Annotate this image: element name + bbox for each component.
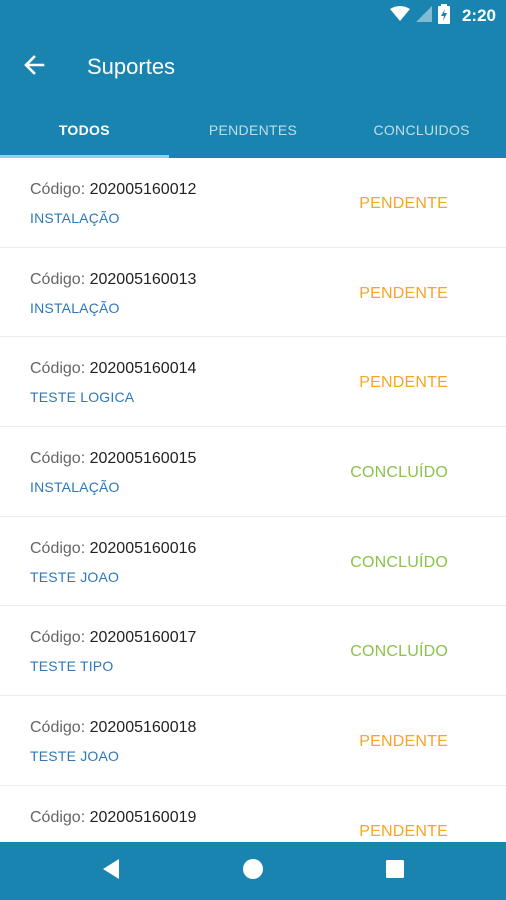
list-item[interactable]: Código: 202005160016 TESTE JOAO CONCLUÍD…: [0, 516, 506, 607]
support-type: TESTE JOAO: [30, 748, 120, 765]
support-type: TESTE JOAO: [30, 568, 120, 585]
code-label: Código:: [30, 450, 86, 468]
nav-home-button[interactable]: [223, 842, 283, 900]
code-line: Código: 202005160018: [30, 719, 196, 737]
support-type: TESTE LOGICA: [30, 389, 135, 406]
status-badge: PENDENTE: [359, 733, 448, 751]
list-item[interactable]: Código: 202005160012 INSTALAÇÃO PENDENTE: [0, 158, 506, 248]
tab-bar: TODOS PENDENTES CONCLUIDOS: [0, 102, 506, 158]
list-item[interactable]: Código: 202005160017 TESTE TIPO CONCLUÍD…: [0, 606, 506, 697]
support-list: Código: 202005160012 INSTALAÇÃO PENDENTE…: [0, 158, 506, 842]
code-line: Código: 202005160012: [30, 181, 196, 199]
code-value: 202005160016: [89, 539, 197, 557]
list-item[interactable]: Código: 202005160019 PENDENTE: [0, 785, 506, 842]
status-badge: CONCLUÍDO: [350, 464, 448, 482]
list-item[interactable]: Código: 202005160018 TESTE JOAO PENDENTE: [0, 696, 506, 786]
nav-recents-icon: [385, 859, 405, 884]
status-badge: PENDENTE: [359, 284, 448, 302]
nav-recents-button[interactable]: [365, 842, 425, 900]
page-title: Suportes: [87, 54, 176, 79]
list-item[interactable]: Código: 202005160013 INSTALAÇÃO PENDENTE: [0, 247, 506, 338]
support-type: INSTALAÇÃO: [30, 479, 120, 496]
code-value: 202005160013: [89, 270, 197, 288]
code-label: Código:: [30, 539, 86, 557]
code-line: Código: 202005160014: [30, 360, 196, 378]
wifi-icon: [389, 5, 410, 27]
arrow-left-icon: [23, 54, 45, 81]
support-type: INSTALAÇÃO: [30, 210, 120, 226]
code-value: 202005160017: [89, 629, 197, 647]
status-badge: CONCLUÍDO: [350, 643, 448, 661]
code-line: Código: 202005160016: [30, 540, 196, 558]
app-bar: Suportes: [0, 32, 506, 102]
code-line: Código: 202005160013: [30, 271, 196, 289]
support-type: TESTE TIPO: [30, 658, 114, 675]
list-item[interactable]: Código: 202005160015 INSTALAÇÃO CONCLUÍD…: [0, 427, 506, 517]
code-label: Código:: [30, 360, 86, 378]
tab-pendentes[interactable]: PENDENTES: [169, 102, 338, 158]
code-line: Código: 202005160017: [30, 629, 196, 647]
battery-icon: [437, 3, 450, 29]
status-badge: CONCLUÍDO: [350, 553, 448, 571]
code-value: 202005160018: [89, 719, 197, 737]
status-bar: 2:20: [0, 0, 506, 32]
tab-concluidos[interactable]: CONCLUIDOS: [337, 102, 506, 158]
code-label: Código:: [30, 181, 86, 198]
nav-back-button[interactable]: [81, 842, 141, 900]
code-label: Código:: [30, 719, 86, 737]
tab-todos[interactable]: TODOS: [0, 102, 169, 158]
code-label: Código:: [30, 808, 86, 826]
status-badge: PENDENTE: [359, 822, 448, 840]
system-nav-bar: [0, 842, 506, 900]
code-value: 202005160019: [89, 808, 197, 826]
status-time: 2:20: [461, 6, 496, 25]
signal-icon: [415, 5, 432, 27]
status-badge: PENDENTE: [359, 195, 448, 212]
status-badge: PENDENTE: [359, 374, 448, 392]
back-button[interactable]: [0, 32, 70, 102]
code-line: Código: 202005160015: [30, 450, 196, 468]
code-value: 202005160015: [89, 450, 197, 468]
support-type: INSTALAÇÃO: [30, 299, 120, 316]
code-label: Código:: [30, 629, 86, 647]
code-value: 202005160014: [89, 360, 197, 378]
nav-home-icon: [242, 858, 264, 885]
code-line: Código: 202005160019: [30, 809, 196, 827]
nav-back-icon: [101, 858, 121, 885]
list-item[interactable]: Código: 202005160014 TESTE LOGICA PENDEN…: [0, 337, 506, 428]
code-value: 202005160012: [89, 181, 197, 198]
code-label: Código:: [30, 270, 86, 288]
